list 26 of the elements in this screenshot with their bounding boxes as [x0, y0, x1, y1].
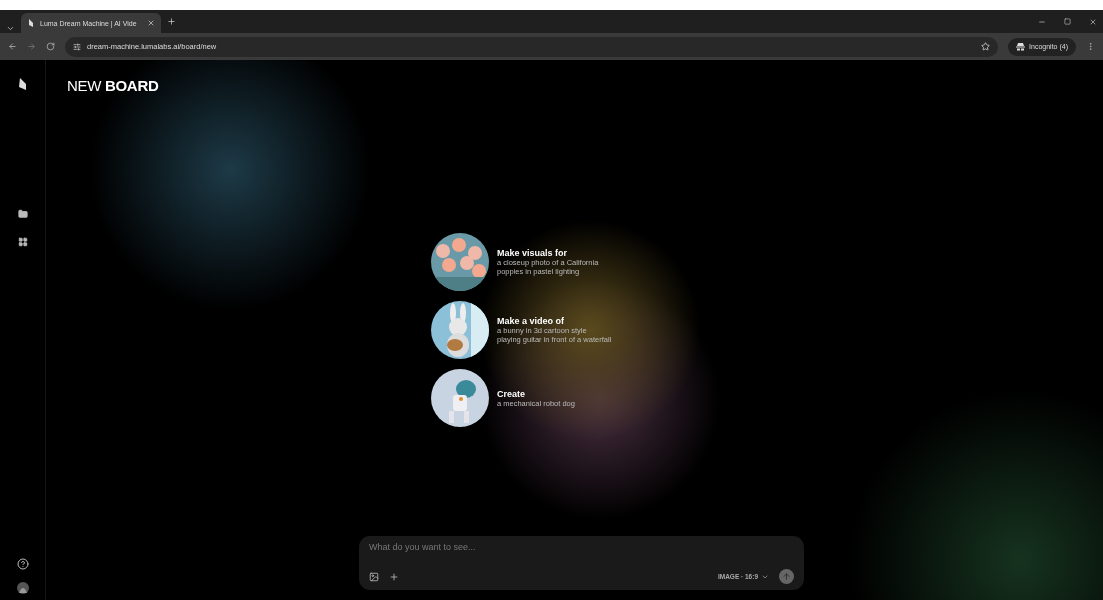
avatar-icon[interactable]	[16, 582, 29, 594]
suggestion-heading[interactable]: Make a video of	[497, 316, 612, 326]
menu-icon[interactable]	[1086, 42, 1095, 51]
suggestion-heading[interactable]: Create	[497, 388, 575, 399]
suggestion-heading[interactable]: Make visuals for	[497, 248, 599, 258]
star-icon[interactable]	[981, 42, 991, 51]
site-settings-icon[interactable]	[73, 42, 81, 51]
tab-list-icon[interactable]	[6, 24, 15, 33]
arrow-up-icon	[782, 572, 791, 581]
back-icon[interactable]	[8, 42, 17, 51]
incognito-icon	[1016, 42, 1026, 51]
close-icon[interactable]	[1089, 17, 1097, 26]
maximize-icon[interactable]	[1064, 18, 1071, 25]
image-icon[interactable]	[369, 571, 379, 582]
prompt-input[interactable]: What do you want to see...	[369, 542, 794, 552]
plus-icon[interactable]	[389, 571, 399, 582]
reload-icon[interactable]	[46, 42, 55, 51]
page-title: NEW BOARD	[67, 77, 160, 94]
send-button[interactable]	[779, 569, 794, 584]
close-icon[interactable]	[147, 19, 155, 27]
logo-icon[interactable]	[17, 78, 28, 90]
new-tab-icon[interactable]	[167, 17, 176, 26]
grid-icon[interactable]	[17, 237, 28, 248]
folder-icon[interactable]	[17, 209, 28, 220]
help-icon[interactable]	[16, 558, 29, 570]
logo-icon	[27, 19, 35, 27]
